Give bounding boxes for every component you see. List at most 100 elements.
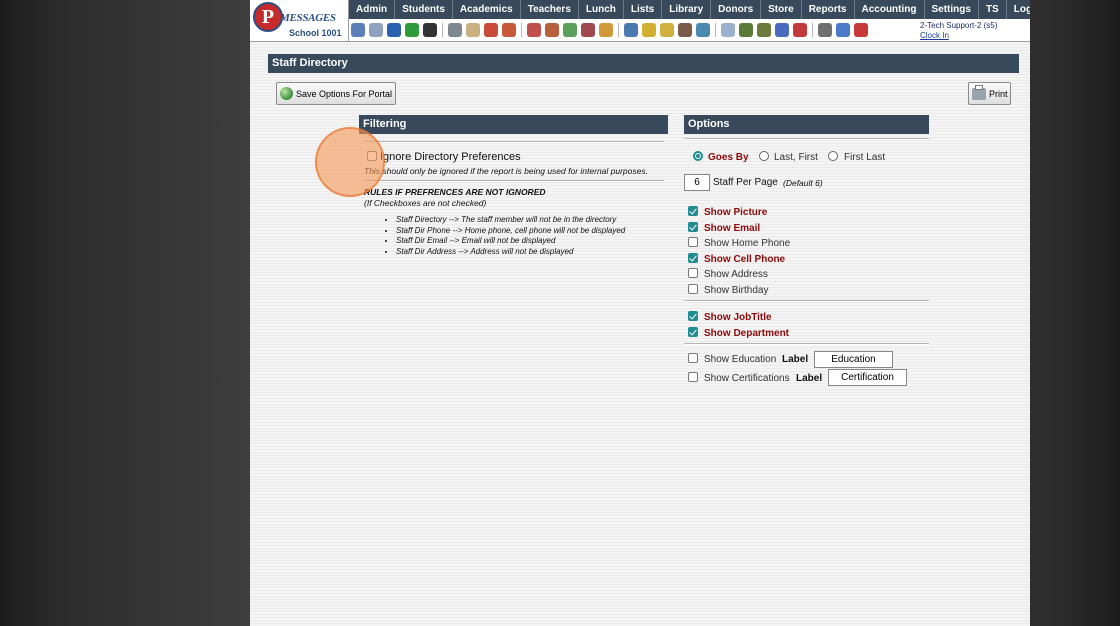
last-first-radio[interactable] [759,151,769,161]
menu-admin[interactable]: Admin [349,0,396,19]
calendar-icon[interactable] [484,23,498,37]
show-department-label: Show Department [704,327,790,339]
ignore-note: This should only be ignored if the repor… [364,166,648,176]
card-icon[interactable] [739,23,753,37]
certifications-label-caption: Label [796,373,823,384]
print-label: Print [989,88,1008,99]
toolbar-separator [715,23,716,37]
show-jobtitle-checkbox[interactable] [688,311,698,321]
clock-icon[interactable] [696,23,710,37]
divider [364,141,664,143]
show-home-phone-label: Show Home Phone [704,238,791,249]
search-icon[interactable] [351,23,365,37]
page-title: Staff Directory [268,54,1019,73]
email-icon[interactable] [387,23,401,37]
show-address-checkbox[interactable] [688,268,698,278]
show-department-checkbox[interactable] [688,326,698,337]
show-certifications-label: Show Certifications [704,373,790,384]
toolbar [349,19,909,41]
lunch-icon[interactable] [599,23,613,37]
printer-icon [972,84,986,100]
form-icon[interactable] [466,23,480,37]
menu-lists[interactable]: Lists [624,0,663,19]
show-education-checkbox[interactable] [688,353,698,363]
page: P MESSAGES School 1001 Admin Students Acad… [250,0,1030,626]
menu-ts[interactable]: TS [979,0,1007,19]
show-home-phone-checkbox[interactable] [688,237,698,247]
print-button[interactable]: Print [968,82,1011,105]
save-options-label: Save Options For Portal [296,88,393,99]
show-picture-label: Show Picture [704,207,768,218]
app-logo[interactable]: P MESSAGES School 1001 [250,0,349,41]
chat-icon[interactable] [405,23,419,37]
header: P MESSAGES School 1001 Admin Students Acad… [250,0,1030,42]
staff-icon[interactable] [545,23,559,37]
rule-item: Staff Dir Email --> Email will not be di… [396,236,625,247]
rules-title: RULES IF PREFRENCES ARE NOT IGNORED [364,187,546,197]
divider [684,138,929,140]
menu-library[interactable]: Library [662,0,712,19]
rule-item: Staff Directory --> The staff member wil… [396,215,625,226]
show-birthday-label: Show Birthday [704,284,769,296]
show-picture-checkbox[interactable] [688,206,698,216]
table-icon[interactable] [721,23,735,37]
apps-icon[interactable] [775,23,789,37]
menu-academics[interactable]: Academics [453,0,521,19]
divider [364,180,664,182]
first-last-label: First Last [844,152,886,163]
staff-per-page-default: (Default 6) [783,178,823,188]
phone-icon[interactable] [423,23,437,37]
power-icon[interactable] [854,23,868,37]
pdf-icon[interactable] [793,23,807,37]
people-icon[interactable] [581,23,595,37]
menu-reports[interactable]: Reports [802,0,855,19]
help-icon[interactable] [836,23,850,37]
register-icon[interactable] [757,23,771,37]
toolbar-separator [618,23,619,37]
first-last-radio[interactable] [828,151,838,161]
user-icon[interactable] [678,23,692,37]
megaphone-icon[interactable] [502,23,516,37]
book-icon[interactable] [624,23,638,37]
certifications-label-input[interactable]: Certification [828,369,907,386]
rule-item: Staff Dir Address --> Address will not b… [396,247,625,258]
show-address-label: Show Address [704,269,768,280]
hand-icon[interactable] [660,23,674,37]
show-certifications-checkbox[interactable] [688,372,698,382]
goes-by-radio[interactable] [693,151,703,161]
menu-students[interactable]: Students [395,0,453,19]
teacher-icon[interactable] [527,23,541,37]
staff-per-page-label: Staff Per Page [713,177,778,188]
divider [684,343,929,345]
pencil-icon[interactable] [642,23,656,37]
ticket-icon[interactable] [563,23,577,37]
save-options-button[interactable]: Save Options For Portal [276,82,396,105]
show-jobtitle-label: Show JobTitle [704,312,772,323]
logo-brand: MESSAGES [280,12,336,24]
show-email-checkbox[interactable] [688,221,698,232]
grid-icon[interactable] [369,23,383,37]
menu-teachers[interactable]: Teachers [521,0,579,19]
printer-icon[interactable] [818,23,832,37]
toolbar-separator [442,23,443,37]
menu-lunch[interactable]: Lunch [579,0,624,19]
menu-accounting[interactable]: Accounting [855,0,925,19]
staff-per-page-input[interactable]: 6 [684,174,710,191]
last-first-label: Last, First [774,152,818,163]
filtering-header: Filtering [359,115,668,134]
rule-item: Staff Dir Phone --> Home phone, cell pho… [396,226,625,237]
menu-settings[interactable]: Settings [925,0,979,19]
menu-store[interactable]: Store [761,0,802,19]
show-cell-phone-checkbox[interactable] [688,252,698,263]
education-label-input[interactable]: Education [814,351,893,368]
menu-donors[interactable]: Donors [711,0,762,19]
speaker-icon[interactable] [448,23,462,37]
user-info: 2-Tech Support-2 (s5) Clock In [920,21,997,41]
divider [684,300,929,302]
menu-logout[interactable]: Logout [1007,0,1030,19]
logo-mark: P [253,2,283,32]
show-birthday-checkbox[interactable] [688,283,698,294]
clock-in-link[interactable]: Clock In [920,31,997,41]
rules-list: Staff Directory --> The staff member wil… [382,215,625,257]
ignore-preferences-label: Ignore Directory Preferences [380,151,521,163]
